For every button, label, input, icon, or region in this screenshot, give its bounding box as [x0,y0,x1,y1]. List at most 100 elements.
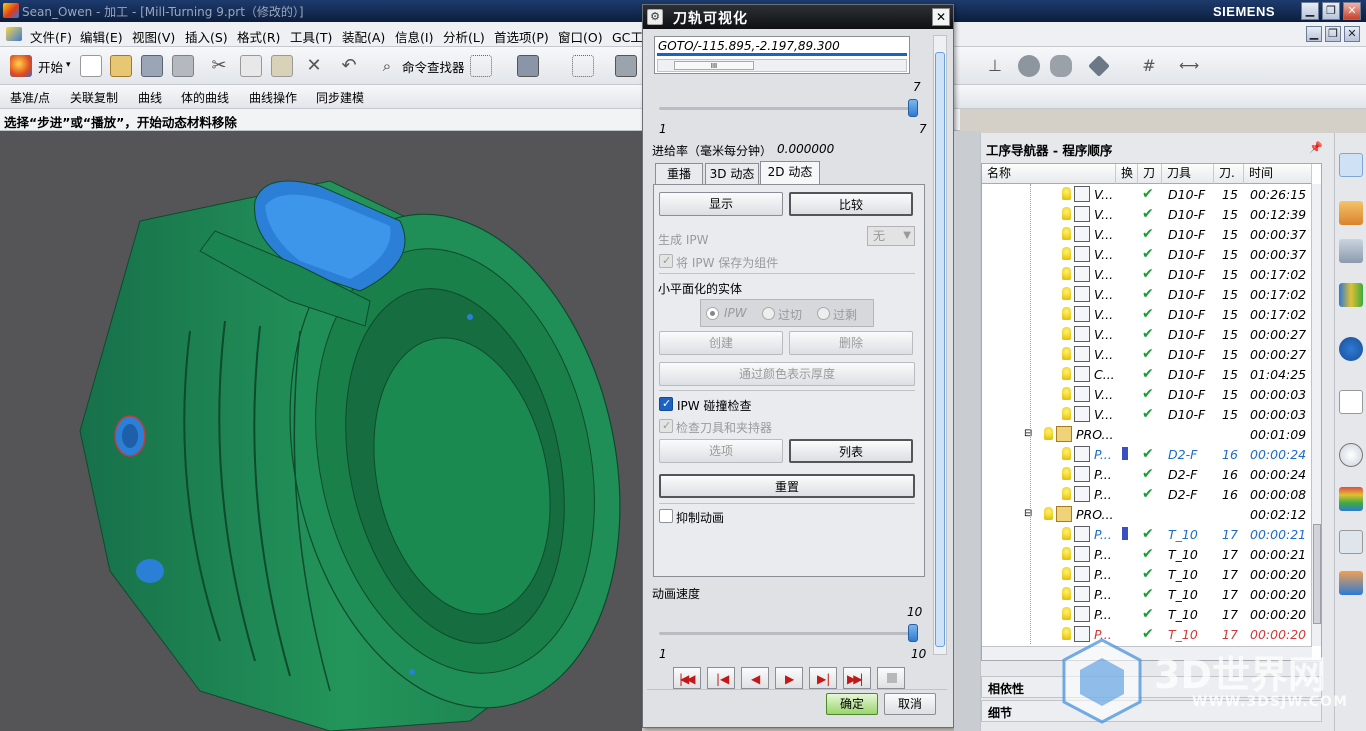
play-button[interactable]: ▶ [775,667,803,689]
palette-icon[interactable] [1339,487,1363,511]
step-forward-button[interactable]: ▶| [809,667,837,689]
roles-icon[interactable] [1339,571,1363,595]
operation-row[interactable]: P... ✔ T_10 17 00:00:20 [982,604,1312,624]
grid-icon[interactable]: # [1138,55,1160,77]
menu-gc-tools[interactable]: GC工 [612,27,643,46]
radio-excess[interactable] [817,307,830,320]
save-icon[interactable] [141,55,163,77]
stop-button[interactable] [877,667,905,689]
reuse-library-icon[interactable] [1339,283,1363,307]
menu-file[interactable]: 文件(F) [30,27,72,46]
synchronous-modeling-menu[interactable]: 同步建模 [316,89,364,106]
point-constructor-icon[interactable]: ⊥ [984,55,1006,77]
col-name[interactable]: 名称 [982,164,1116,184]
operation-row[interactable]: P... ✔ D2-F 16 00:00:24 [982,464,1312,484]
start-button[interactable]: 开始 [38,57,63,76]
delete-icon[interactable]: ✕ [303,55,325,77]
new-file-icon[interactable] [80,55,102,77]
goto-scroll-thumb[interactable]: III [674,61,754,70]
curve-menu[interactable]: 曲线 [138,89,162,106]
operation-row[interactable]: V... ✔ D10-F 15 00:26:15 [982,184,1312,204]
surface-icon[interactable] [1050,55,1072,77]
operation-row[interactable]: V... ✔ D10-F 15 00:17:02 [982,284,1312,304]
menu-view[interactable]: 视图(V) [132,27,175,46]
selection-filter-icon[interactable] [470,55,492,77]
operation-row[interactable]: P... ✔ D2-F 16 00:00:08 [982,484,1312,504]
close-window-button[interactable]: ✕ [1343,2,1361,20]
fit-view-icon[interactable] [572,55,594,77]
operation-row[interactable]: V... ✔ D10-F 15 00:12:39 [982,204,1312,224]
graphics-viewport[interactable] [0,131,642,731]
history-clock-icon[interactable] [1339,443,1363,467]
web-browser-icon[interactable] [1339,390,1363,414]
gear-icon[interactable]: ⚙ [647,9,663,25]
dialog-close-button[interactable]: ✕ [932,8,950,26]
goto-listbox[interactable]: GOTO/-115.895,-2.197,89.300 III [654,36,910,74]
paste-icon[interactable] [271,55,293,77]
doc-restore-button[interactable]: ❐ [1325,26,1341,42]
pin-icon[interactable]: 📌 [1309,141,1323,154]
feature-icon[interactable] [1018,55,1040,77]
ipw-collision-checkbox[interactable] [659,397,673,411]
associative-copy-menu[interactable]: 关联复制 [70,89,118,106]
operation-row[interactable]: V... ✔ D10-F 15 00:00:27 [982,324,1312,344]
goto-hscrollbar[interactable]: III [657,59,907,72]
undo-icon[interactable]: ↶ [338,55,360,77]
check-holder-checkbox[interactable] [659,419,673,433]
print-icon[interactable] [172,55,194,77]
body-curve-menu[interactable]: 体的曲线 [181,89,229,106]
operation-row[interactable]: P... ✔ T_10 17 00:00:20 [982,584,1312,604]
color-thickness-button[interactable]: 通过颜色表示厚度 [659,362,915,386]
operation-row[interactable]: V... ✔ D10-F 15 00:17:02 [982,304,1312,324]
operation-row[interactable]: V... ✔ D10-F 15 00:00:03 [982,404,1312,424]
menu-edit[interactable]: 编辑(E) [80,27,123,46]
navigator-scroll-thumb[interactable] [1313,524,1321,624]
step-slider-track[interactable] [659,107,915,110]
curve-operation-menu[interactable]: 曲线操作 [249,89,297,106]
operation-row[interactable]: P... ✔ T_10 17 00:00:21 [982,524,1312,544]
step-back-button[interactable]: ◀ [741,667,769,689]
menu-assembly[interactable]: 装配(A) [342,27,385,46]
program-group-row[interactable]: ⊟ PRO... 00:01:09 [982,424,1312,444]
minimize-button[interactable]: ▁ [1301,2,1319,20]
step-slider-thumb[interactable] [908,99,918,117]
operation-row[interactable]: P... ✔ T_10 17 00:00:21 [982,544,1312,564]
open-folder-icon[interactable] [110,55,132,77]
save-ipw-checkbox[interactable] [659,254,673,268]
operation-row[interactable]: V... ✔ D10-F 15 00:00:03 [982,384,1312,404]
collapse-icon[interactable]: ⊟ [1024,428,1032,439]
shading-icon[interactable] [615,55,637,77]
col-time[interactable]: 时间 [1244,164,1312,184]
operation-row[interactable]: V... ✔ D10-F 15 00:00:37 [982,244,1312,264]
dialog-vscrollbar[interactable] [933,35,947,655]
operation-row[interactable]: C... ✔ D10-F 15 01:04:25 [982,364,1312,384]
options-button[interactable]: 选项 [659,439,783,463]
menu-preferences[interactable]: 首选项(P) [494,27,549,46]
doc-close-button[interactable]: ✕ [1344,26,1360,42]
tab-3d-dynamic[interactable]: 3D 动态 [705,163,759,185]
menu-insert[interactable]: 插入(S) [185,27,228,46]
speed-slider-track[interactable] [659,632,915,635]
cut-icon[interactable]: ✂ [208,55,230,77]
list-button[interactable]: 列表 [789,439,913,463]
speed-slider-thumb[interactable] [908,624,918,642]
display-button[interactable]: 显示 [659,192,783,216]
radio-gouge[interactable] [762,307,775,320]
navigator-vscrollbar[interactable] [1311,184,1321,646]
doc-minimize-button[interactable]: ▁ [1306,26,1322,42]
operation-row[interactable]: P... ✔ T_10 17 00:00:20 [982,564,1312,584]
operation-row[interactable]: P... ✔ D2-F 16 00:00:24 [982,444,1312,464]
menu-window[interactable]: 窗口(O) [558,27,603,46]
datum-point-menu[interactable]: 基准/点 [10,89,50,106]
dialog-scroll-thumb[interactable] [935,52,945,647]
delete-button[interactable]: 删除 [789,331,913,355]
process-studio-icon[interactable] [1339,530,1363,554]
start-dropdown-icon[interactable]: ▾ [66,60,71,70]
measure-icon[interactable]: ⟷ [1178,55,1200,77]
copy-icon[interactable] [240,55,262,77]
reset-button[interactable]: 重置 [659,474,915,498]
rewind-to-start-button[interactable]: |◀◀ [673,667,701,689]
col-tool-number[interactable]: 刀. [1214,164,1244,184]
compare-button[interactable]: 比较 [789,192,913,216]
step-back-operation-button[interactable]: |◀ [707,667,735,689]
